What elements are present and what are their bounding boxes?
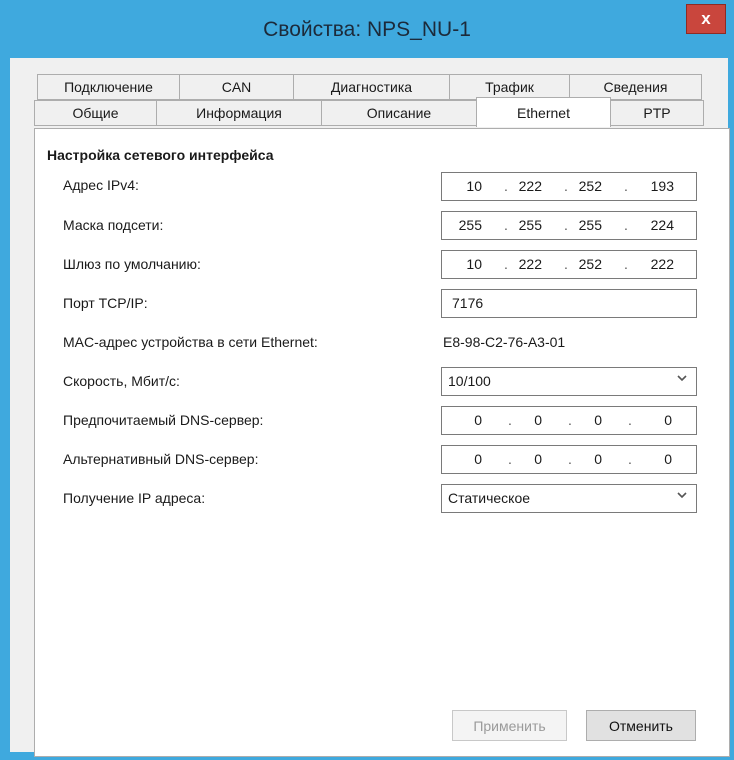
tab-row-bottom: Общие Информация Описание Ethernet PTP	[34, 97, 704, 127]
dns2-label: Альтернативный DNS-сервер:	[63, 451, 259, 467]
ip-mode-label: Получение IP адреса:	[63, 490, 206, 506]
cancel-button[interactable]: Отменить	[586, 710, 696, 741]
gateway-input[interactable]: 10 . 222 . 252 . 222	[441, 250, 697, 279]
dns1-octet-3[interactable]: 0	[562, 412, 602, 428]
mac-label: MAC-адрес устройства в сети Ethernet:	[63, 334, 318, 350]
chevron-down-icon	[677, 375, 687, 382]
ethernet-panel: Настройка сетевого интерфейса Адрес IPv4…	[34, 128, 730, 757]
tab-information[interactable]: Информация	[156, 100, 322, 126]
dns1-octet-4[interactable]: 0	[632, 412, 672, 428]
dns2-octet-3[interactable]: 0	[562, 451, 602, 467]
tab-label: Ethernet	[517, 104, 570, 121]
mask-octet-2[interactable]: 255	[502, 217, 542, 233]
mask-octet-4[interactable]: 224	[634, 217, 674, 233]
dialog-client-area: Подключение CAN Диагностика Трафик Сведе…	[10, 58, 730, 757]
title-bar[interactable]: Свойства: NPS_NU-1 x	[0, 0, 734, 58]
close-icon: x	[701, 9, 711, 28]
tab-label: Описание	[366, 105, 432, 121]
tab-connection[interactable]: Подключение	[37, 74, 180, 100]
ipv4-label: Адрес IPv4:	[63, 177, 139, 193]
tab-description[interactable]: Описание	[321, 100, 477, 126]
close-button[interactable]: x	[686, 4, 726, 34]
alternate-dns-input[interactable]: 0 . 0 . 0 . 0	[441, 445, 697, 474]
mac-value: E8-98-C2-76-A3-01	[443, 334, 566, 350]
mask-label: Маска подсети:	[63, 217, 164, 233]
dns2-octet-1[interactable]: 0	[442, 451, 482, 467]
port-input[interactable]: 7176	[441, 289, 697, 318]
dns1-octet-2[interactable]: 0	[502, 412, 542, 428]
tab-label: Трафик	[485, 79, 534, 95]
ipv4-input[interactable]: 10 . 222 . 252 . 193	[441, 172, 697, 201]
gateway-octet-3[interactable]: 252	[562, 256, 602, 272]
tab-ptp[interactable]: PTP	[610, 100, 704, 126]
tab-general[interactable]: Общие	[34, 100, 157, 126]
dialog-window: Свойства: NPS_NU-1 x Подключение CAN Диа…	[0, 0, 734, 760]
gateway-octet-4[interactable]: 222	[634, 256, 674, 272]
ip-mode-selected-value: Статическое	[448, 490, 531, 506]
mask-octet-3[interactable]: 255	[562, 217, 602, 233]
ipv4-octet-4[interactable]: 193	[634, 178, 674, 194]
port-label: Порт TCP/IP:	[63, 295, 148, 311]
chevron-down-icon	[677, 492, 687, 499]
tab-label: Диагностика	[330, 79, 413, 95]
dns2-octet-4[interactable]: 0	[632, 451, 672, 467]
speed-select[interactable]: 10/100	[441, 367, 697, 396]
dns1-label: Предпочитаемый DNS-сервер:	[63, 412, 264, 428]
tab-can[interactable]: CAN	[179, 74, 294, 100]
mask-octet-1[interactable]: 255	[442, 217, 482, 233]
ipv4-octet-3[interactable]: 252	[562, 178, 602, 194]
speed-label: Скорость, Мбит/с:	[63, 373, 180, 389]
gateway-label: Шлюз по умолчанию:	[63, 256, 201, 272]
tab-label: Сведения	[603, 79, 668, 95]
tab-ethernet[interactable]: Ethernet	[476, 97, 611, 127]
tab-label: Подключение	[64, 79, 153, 95]
dns1-octet-1[interactable]: 0	[442, 412, 482, 428]
ip-mode-select[interactable]: Статическое	[441, 484, 697, 513]
dot-separator: .	[624, 256, 628, 272]
tab-diagnostics[interactable]: Диагностика	[293, 74, 450, 100]
apply-button[interactable]: Применить	[452, 710, 567, 741]
tab-label: CAN	[221, 79, 252, 95]
dot-separator: .	[624, 178, 628, 194]
tab-label: Информация	[196, 105, 282, 121]
gateway-octet-1[interactable]: 10	[442, 256, 482, 272]
section-title: Настройка сетевого интерфейса	[47, 147, 274, 163]
speed-selected-value: 10/100	[448, 373, 491, 389]
window-title: Свойства: NPS_NU-1	[263, 18, 471, 41]
gateway-octet-2[interactable]: 222	[502, 256, 542, 272]
tab-label: Общие	[72, 105, 119, 121]
subnet-mask-input[interactable]: 255 . 255 . 255 . 224	[441, 211, 697, 240]
tab-label: PTP	[643, 105, 671, 121]
ipv4-octet-2[interactable]: 222	[502, 178, 542, 194]
preferred-dns-input[interactable]: 0 . 0 . 0 . 0	[441, 406, 697, 435]
dns2-octet-2[interactable]: 0	[502, 451, 542, 467]
dot-separator: .	[624, 217, 628, 233]
ipv4-octet-1[interactable]: 10	[442, 178, 482, 194]
